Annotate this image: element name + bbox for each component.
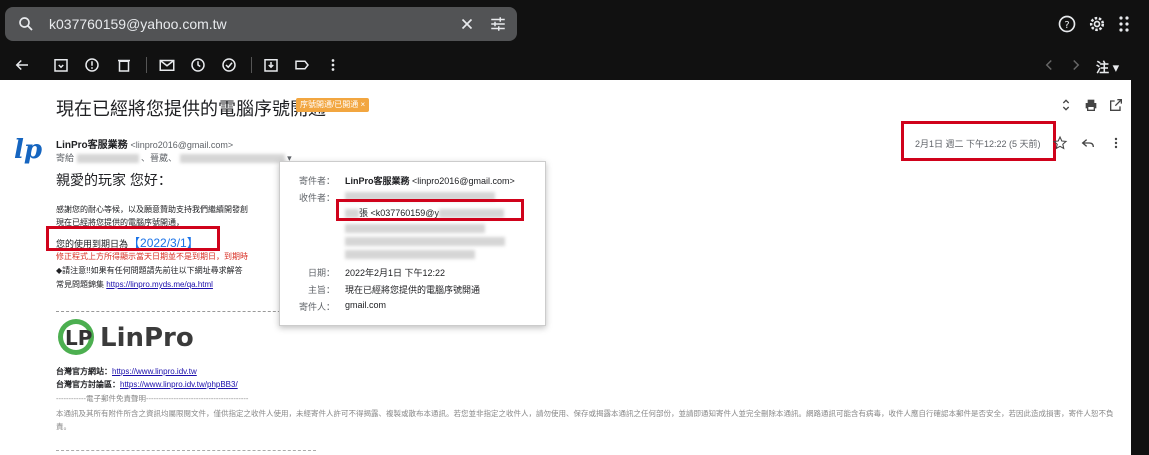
- blurred-recipient: [76, 154, 139, 164]
- faq-line: 常見問題錦集 https://linpro.myds.me/qa.html: [56, 280, 213, 289]
- print-icon[interactable]: [1083, 97, 1099, 113]
- svg-text:?: ?: [1064, 20, 1069, 31]
- recipient-details-popup: 寄件者： LinPro客服業務 <linpro2016@gmail.com> 收…: [279, 161, 546, 326]
- mark-unread-icon[interactable]: [158, 56, 176, 74]
- archive-icon[interactable]: [52, 56, 70, 74]
- sender-line: LinPro客服業務 <linpro2016@gmail.com>: [56, 136, 233, 151]
- sender-avatar: lp: [14, 135, 42, 164]
- star-icon[interactable]: [1052, 135, 1068, 151]
- email-view: 現在已經將您提供的電腦序號開通 序號開通/已開通 × lp LinPro客服業務…: [0, 80, 1131, 455]
- recipients-line[interactable]: 寄給 、晉葳、 ▾: [56, 151, 292, 164]
- message-toolbar: 注 ▾: [0, 50, 1149, 80]
- body-line-3: 修正程式上方所得顯示當天日期並不是到期日，到期時: [56, 252, 248, 261]
- help-icon[interactable]: ?: [1057, 14, 1077, 34]
- label-chip[interactable]: 序號開通/已開通 ×: [296, 98, 370, 112]
- blurred-recipient: [345, 237, 505, 246]
- newer-chevron-icon[interactable]: [1040, 56, 1058, 74]
- more-vert-icon[interactable]: [324, 56, 342, 74]
- reply-icon[interactable]: [1080, 135, 1096, 151]
- forum-link[interactable]: https://www.linpro.idv.tw/phpBB3/: [120, 380, 238, 389]
- expand-all-icon[interactable]: [1058, 97, 1074, 113]
- blurred-recipient: [179, 154, 285, 164]
- site-link[interactable]: https://www.linpro.idv.tw: [112, 367, 197, 376]
- popup-sender: gmail.com: [345, 300, 387, 310]
- disclaimer-text: 本通訊及其所有附件所含之資訊均屬限閱文件，僅供指定之收件人使用，未經寄件人許可不…: [56, 409, 1114, 431]
- disclaimer-title: ------------電子郵件免責聲明--------------------…: [56, 394, 249, 403]
- site-line: 台灣官方網站：https://www.linpro.idv.tw: [56, 367, 197, 376]
- apps-icon[interactable]: [1118, 14, 1132, 34]
- older-chevron-icon[interactable]: [1067, 56, 1085, 74]
- clear-search-icon[interactable]: [458, 15, 476, 33]
- svg-text:lp: lp: [14, 135, 42, 164]
- forum-line: 台灣官方討論區：https://www.linpro.idv.tw/phpBB3…: [56, 380, 238, 389]
- snooze-icon[interactable]: [189, 56, 207, 74]
- more-options-icon[interactable]: [1108, 135, 1124, 151]
- svg-text:LP: LP: [65, 326, 92, 350]
- popup-date: 2022年2月1日 下午12:22: [345, 268, 446, 278]
- sender-email: <linpro2016@gmail.com>: [130, 140, 234, 150]
- add-task-icon[interactable]: [220, 56, 238, 74]
- search-options-icon[interactable]: [489, 15, 507, 33]
- popup-from: LinPro客服業務 <linpro2016@gmail.com>: [345, 176, 515, 186]
- highlight-box: [336, 199, 524, 221]
- highlight-box: [901, 121, 1056, 161]
- search-icon[interactable]: [17, 15, 35, 33]
- back-arrow-icon[interactable]: [13, 56, 31, 74]
- body-line-4: ◆請注意!!如果有任何問題請先前往以下網址尋求解答: [56, 266, 243, 275]
- top-bar: k037760159@yahoo.com.tw ?: [0, 0, 1149, 50]
- sender-name: LinPro客服業務: [56, 140, 128, 151]
- highlight-box: [46, 226, 220, 251]
- email-subject: 現在已經將您提供的電腦序號開通: [56, 99, 326, 119]
- move-to-icon[interactable]: [262, 56, 280, 74]
- signature-divider: [56, 311, 296, 312]
- toolbar-divider: [146, 57, 147, 73]
- search-input[interactable]: k037760159@yahoo.com.tw: [49, 16, 227, 32]
- faq-link[interactable]: https://linpro.myds.me/qa.html: [106, 280, 213, 289]
- open-new-window-icon[interactable]: [1108, 97, 1124, 113]
- settings-icon[interactable]: [1087, 14, 1107, 34]
- linpro-logo-icon: LP: [58, 319, 94, 355]
- label-icon[interactable]: [293, 56, 311, 74]
- greeting: 親愛的玩家 您好：: [56, 172, 172, 188]
- blurred-recipient: [345, 224, 485, 233]
- search-bar[interactable]: k037760159@yahoo.com.tw: [5, 7, 517, 41]
- input-tools-button[interactable]: 注 ▾: [1096, 57, 1119, 76]
- report-spam-icon[interactable]: [83, 56, 101, 74]
- blurred-recipient: [345, 250, 475, 259]
- bottom-divider: [56, 450, 316, 451]
- body-line-1: 感謝您的耐心等候，以及願意贊助支持我們繼續開發創: [56, 205, 248, 214]
- side-panel-strip: [1131, 80, 1149, 455]
- toolbar-divider: [251, 57, 252, 73]
- delete-icon[interactable]: [115, 56, 133, 74]
- popup-subject: 現在已經將您提供的電腦序號開通: [345, 285, 481, 295]
- linpro-logo: LP LinPro: [56, 317, 196, 357]
